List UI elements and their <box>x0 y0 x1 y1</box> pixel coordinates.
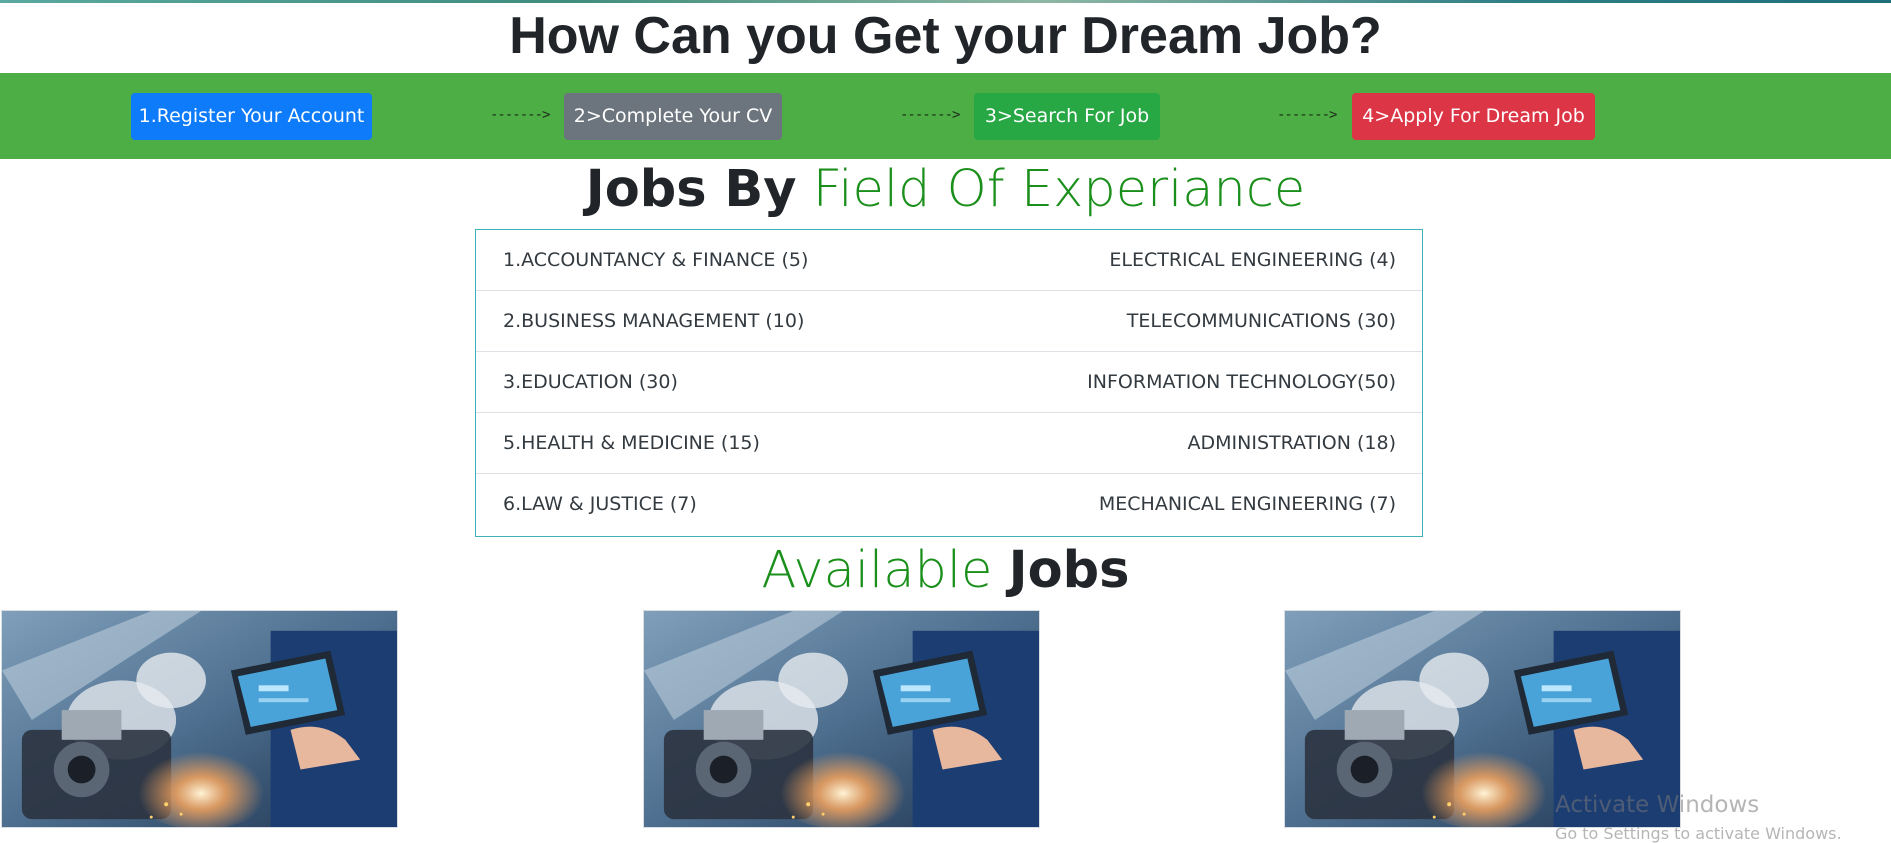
field-link-electrical[interactable]: ELECTRICAL ENGINEERING (4) <box>1109 230 1396 291</box>
step-register-button[interactable]: 1.Register Your Account <box>131 93 372 140</box>
step-search-job-button[interactable]: 3>Search For Job <box>974 93 1160 140</box>
job-card-2[interactable] <box>643 610 1040 828</box>
step-arrow-2: -------> <box>900 107 960 123</box>
step-arrow-1: -------> <box>490 107 550 123</box>
step-apply-job-button[interactable]: 4>Apply For Dream Job <box>1352 93 1595 140</box>
heading-green-part: Field Of Experiance <box>812 160 1306 219</box>
steps-bar: 1.Register Your Account -------> 2>Compl… <box>0 73 1891 159</box>
table-row: 6.LAW & JUSTICE (7) MECHANICAL ENGINEERI… <box>476 474 1422 535</box>
heading-bold-part: Jobs <box>1008 541 1130 600</box>
field-link-mechanical[interactable]: MECHANICAL ENGINEERING (7) <box>1099 474 1396 535</box>
activate-windows-subtext: Go to Settings to activate Windows. <box>1555 824 1842 843</box>
activate-windows-watermark: Activate Windows <box>1555 792 1760 818</box>
table-row: 1.ACCOUNTANCY & FINANCE (5) ELECTRICAL E… <box>476 230 1422 291</box>
job-card-1[interactable] <box>1 610 398 828</box>
table-row: 2.BUSINESS MANAGEMENT (10) TELECOMMUNICA… <box>476 291 1422 352</box>
jobs-by-field-table: 1.ACCOUNTANCY & FINANCE (5) ELECTRICAL E… <box>475 229 1423 537</box>
job-photo-image <box>644 611 1039 827</box>
field-link-education[interactable]: 3.EDUCATION (30) <box>503 352 678 413</box>
available-jobs-heading: Available Jobs <box>0 539 1891 603</box>
field-link-business[interactable]: 2.BUSINESS MANAGEMENT (10) <box>503 291 804 352</box>
field-link-administration[interactable]: ADMINISTRATION (18) <box>1188 413 1396 474</box>
field-link-it[interactable]: INFORMATION TECHNOLOGY(50) <box>1087 352 1396 413</box>
page-title: How Can you Get your Dream Job? <box>509 7 1382 65</box>
step-complete-cv-button[interactable]: 2>Complete Your CV <box>564 93 782 140</box>
heading-bold-part: Jobs By <box>585 160 797 219</box>
jobs-by-field-heading: Jobs By Field Of Experiance <box>0 158 1891 222</box>
step-arrow-3: -------> <box>1277 107 1337 123</box>
table-row: 3.EDUCATION (30) INFORMATION TECHNOLOGY(… <box>476 352 1422 413</box>
field-link-law[interactable]: 6.LAW & JUSTICE (7) <box>503 474 697 535</box>
field-link-health[interactable]: 5.HEALTH & MEDICINE (15) <box>503 413 760 474</box>
heading-green-part: Available <box>761 541 993 600</box>
field-link-telecom[interactable]: TELECOMMUNICATIONS (30) <box>1127 291 1396 352</box>
table-row: 5.HEALTH & MEDICINE (15) ADMINISTRATION … <box>476 413 1422 474</box>
job-photo-image <box>2 611 397 827</box>
field-link-accountancy[interactable]: 1.ACCOUNTANCY & FINANCE (5) <box>503 230 808 291</box>
